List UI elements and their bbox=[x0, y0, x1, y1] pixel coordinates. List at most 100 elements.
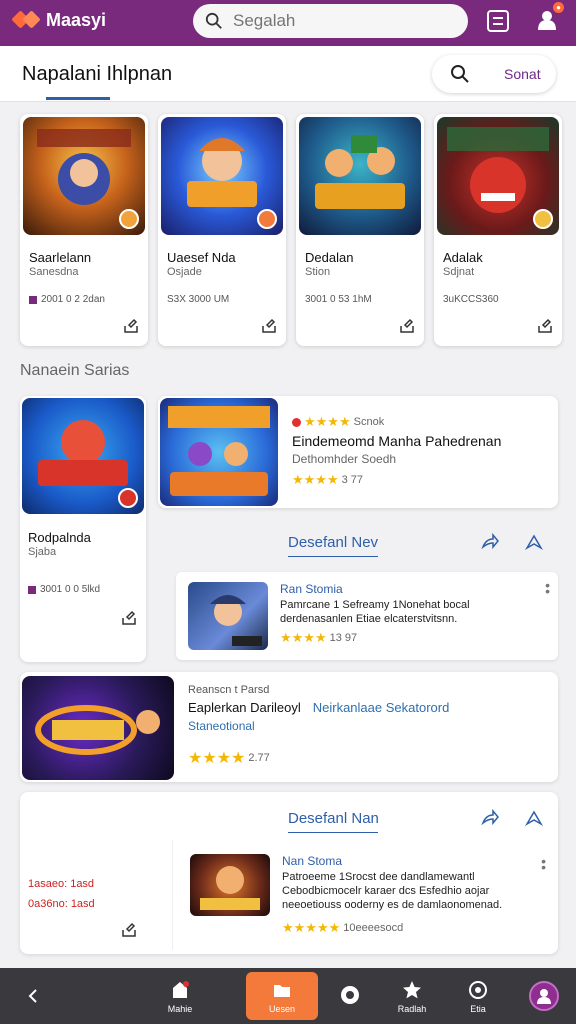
comment-item[interactable]: Ran Stomia Pamrcane 1 Sefreamy 1Nonehat … bbox=[176, 572, 558, 660]
comment-rating: ★★★★ 13 97 bbox=[280, 630, 358, 645]
game-name: Uaesef Nda bbox=[167, 250, 236, 265]
rating: ★★★★ 2.77 bbox=[188, 750, 270, 767]
game-card[interactable]: Uaesef Nda Osjade S3X 3000 UM bbox=[158, 114, 286, 346]
nav-home[interactable]: Mahie bbox=[160, 968, 200, 1024]
game-card[interactable]: Saarlelann Sanesdna 2001 0 2 2dan bbox=[20, 114, 148, 346]
star-rating: ★★★★ bbox=[188, 750, 246, 767]
nav-label: Etia bbox=[470, 1003, 486, 1014]
game-meta: S3X 3000 UM bbox=[167, 294, 230, 305]
header-action-label: Sonat bbox=[504, 66, 541, 82]
nav-item-profile[interactable] bbox=[524, 968, 564, 1024]
price-label: 0a36no: 1asd bbox=[28, 898, 95, 910]
chevron-left-icon bbox=[28, 989, 37, 1003]
search-icon bbox=[451, 65, 469, 83]
top-bar: Maasyi ● bbox=[0, 0, 576, 46]
header-search-action[interactable]: Sonat bbox=[432, 55, 556, 93]
comment-text: Pamrcane 1 Sefreamy 1Nonehat bocal derde… bbox=[280, 599, 470, 625]
game-badge bbox=[533, 209, 553, 229]
comment-author[interactable]: Nan Stoma bbox=[282, 854, 342, 868]
comments-heading[interactable]: Desefanl Nan bbox=[288, 810, 379, 827]
bookmark-icon[interactable] bbox=[524, 808, 544, 828]
game-thumbnail bbox=[160, 398, 278, 506]
settings-icon bbox=[469, 980, 487, 999]
profile-button[interactable]: ● bbox=[534, 2, 564, 34]
share-icon[interactable] bbox=[120, 920, 138, 938]
page-title: Napalani Ihlpnan bbox=[22, 63, 173, 85]
game-name: Rodpalnda bbox=[28, 530, 91, 545]
share-icon[interactable] bbox=[122, 316, 140, 334]
comments-heading[interactable]: Desefanl Nev bbox=[288, 534, 378, 551]
share-arrow-icon[interactable] bbox=[480, 532, 500, 552]
more-options-icon[interactable]: • • bbox=[545, 578, 550, 598]
game-card[interactable]: Rodpalnda Sjaba 3001 0 0 5lkd bbox=[20, 396, 146, 662]
app-name: Maasyi bbox=[46, 9, 107, 30]
game-name: Saarlelann bbox=[29, 250, 92, 265]
more-options-icon[interactable]: • • bbox=[541, 854, 546, 874]
comment-author[interactable]: Ran Stomia bbox=[280, 582, 343, 596]
game-subtitle: Stion bbox=[305, 266, 331, 278]
section-heading: Nanaein Sarias bbox=[20, 362, 130, 379]
menu-icon[interactable] bbox=[485, 8, 511, 34]
game-badge bbox=[257, 209, 277, 229]
promo-panel[interactable]: Reanscn t Parsd Eaplerkan Darileoyl Neirk… bbox=[20, 672, 558, 782]
game-subtitle: Dethomhder Soedh bbox=[292, 452, 397, 466]
nav-item-chat[interactable] bbox=[330, 968, 370, 1024]
game-thumbnail bbox=[161, 117, 283, 235]
game-meta: 2001 0 2 2dan bbox=[29, 294, 105, 305]
comment-thumbnail bbox=[188, 582, 268, 650]
rating: ★★★★ 3 77 bbox=[292, 472, 364, 487]
top-rating: ★★★★ Scnok bbox=[292, 414, 384, 430]
star-rating: ★★★★★ bbox=[282, 920, 341, 935]
game-card[interactable]: Dedalan Stion 3001 0 53 1hM bbox=[296, 114, 424, 346]
game-meta: 3001 0 0 5lkd bbox=[28, 584, 100, 595]
search-input[interactable] bbox=[233, 11, 433, 31]
share-arrow-icon[interactable] bbox=[480, 808, 500, 828]
game-thumbnail bbox=[23, 117, 145, 235]
share-icon[interactable] bbox=[398, 316, 416, 334]
nav-item-favorites[interactable]: Radlah bbox=[392, 968, 432, 1024]
home-icon bbox=[173, 980, 189, 998]
comment-rating: ★★★★★ 10eeeesocd bbox=[282, 920, 404, 935]
comment-text: Patroeeme 1Srocst dee dandlamewantl Cebo… bbox=[282, 871, 503, 911]
comment-item[interactable]: Nan Stoma Patroeeme 1Srocst dee dandlame… bbox=[178, 848, 554, 948]
search-icon bbox=[205, 12, 222, 29]
game-card[interactable]: Adalak Sdjnat 3uKCCS360 bbox=[434, 114, 562, 346]
live-dot-icon bbox=[292, 417, 301, 427]
bottom-navigation: Mahie Uesen Radlah Etia bbox=[0, 968, 576, 1024]
comment-thumbnail bbox=[190, 854, 270, 916]
promo-link[interactable]: Neirkanlaae Sekatorord bbox=[313, 700, 450, 715]
featured-game-panel[interactable]: ★★★★ Scnok Eindemeomd Manha Pahedrenan D… bbox=[158, 396, 558, 508]
nav-active[interactable]: Uesen bbox=[246, 972, 318, 1020]
game-subtitle: Sjaba bbox=[28, 546, 57, 558]
nav-label: Uesen bbox=[268, 1003, 295, 1014]
game-meta: 3uKCCS360 bbox=[443, 294, 499, 305]
game-thumbnail bbox=[22, 676, 174, 780]
share-icon[interactable] bbox=[260, 316, 278, 334]
promo-subtitle[interactable]: Staneotional bbox=[188, 719, 255, 733]
logo-mark-icon bbox=[11, 8, 41, 32]
game-name: Dedalan bbox=[305, 250, 354, 265]
comments-section: 1asaeo: 1asd 0a36no: 1asd Desefanl Nan N… bbox=[20, 792, 558, 954]
game-subtitle: Sanesdna bbox=[29, 266, 79, 278]
share-icon[interactable] bbox=[536, 316, 554, 334]
star-icon bbox=[403, 980, 421, 998]
game-name: Adalak bbox=[443, 250, 483, 265]
star-rating: ★★★★ bbox=[292, 472, 339, 487]
star-rating: ★★★★ bbox=[280, 630, 327, 645]
nav-back[interactable] bbox=[18, 968, 48, 1024]
bookmark-icon[interactable] bbox=[524, 532, 544, 552]
app-logo[interactable]: Maasyi bbox=[11, 8, 107, 32]
promo-title: Eaplerkan Darileoyl Neirkanlaae Sekatoror… bbox=[188, 700, 450, 715]
game-title: Eindemeomd Manha Pahedrenan bbox=[292, 433, 502, 449]
divider bbox=[172, 840, 173, 950]
share-icon[interactable] bbox=[120, 608, 138, 626]
folder-icon bbox=[274, 984, 290, 997]
game-badge bbox=[118, 488, 138, 508]
comments-section: Desefanl Nev Ran Stomia Pamrcane 1 Sefre… bbox=[152, 518, 558, 662]
nav-item-settings[interactable]: Etia bbox=[458, 968, 498, 1024]
title-underline bbox=[46, 97, 110, 100]
star-rating: ★★★★ bbox=[304, 414, 351, 429]
chat-icon bbox=[341, 985, 359, 1004]
search-bar[interactable] bbox=[193, 4, 468, 38]
price-label: 1asaeo: 1asd bbox=[28, 878, 95, 890]
